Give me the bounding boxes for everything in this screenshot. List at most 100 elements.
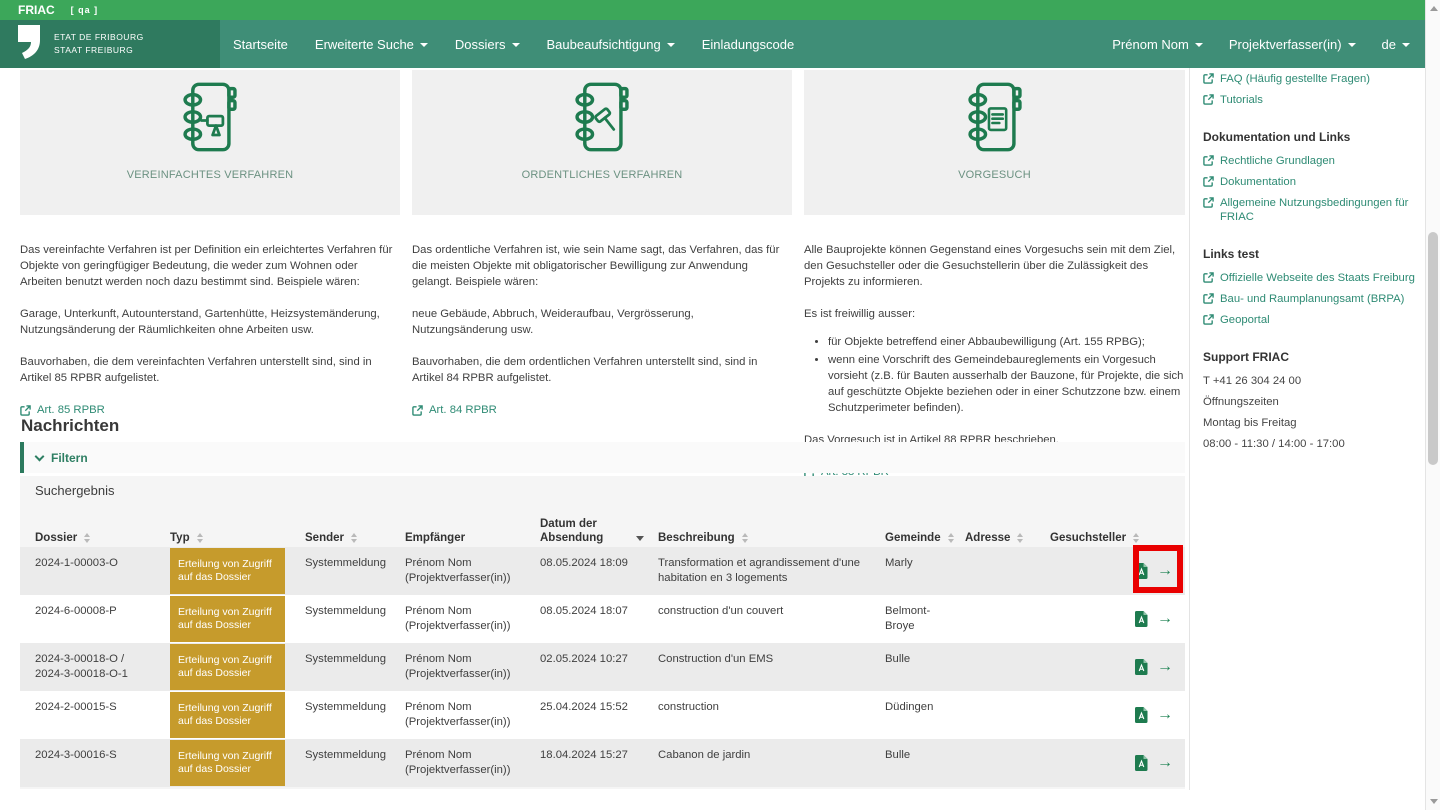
- chevron-down-icon: [1402, 43, 1410, 47]
- status-badge: Erteilung von Zugriff auf das Dossier: [170, 692, 285, 738]
- scroll-up-icon[interactable]: [1429, 6, 1438, 11]
- nav-item-erweiterte-suche[interactable]: Erweiterte Suche: [315, 37, 428, 52]
- language-menu[interactable]: de: [1382, 37, 1410, 52]
- cell-empfaenger: Prénom Nom (Projektverfasser(in)): [405, 605, 511, 632]
- open-dossier-arrow-icon[interactable]: →: [1157, 611, 1173, 627]
- pdf-download-icon[interactable]: [1135, 659, 1148, 675]
- scrollbar[interactable]: [1425, 0, 1440, 810]
- cell-actions: →: [1135, 595, 1185, 643]
- paragraph: Das vereinfachte Verfahren ist per Defin…: [20, 244, 393, 288]
- cell-empfaenger: Prénom Nom (Projektverfasser(in)): [405, 749, 511, 776]
- nav-item-baubeaufsichtigung[interactable]: Baubeaufsichtigung: [547, 37, 675, 52]
- scroll-down-icon[interactable]: [1429, 799, 1438, 804]
- sort-icon[interactable]: [1017, 533, 1024, 543]
- column-header-gesuchsteller[interactable]: Gesuchsteller: [1050, 531, 1140, 547]
- pdf-download-icon[interactable]: [1135, 755, 1148, 771]
- sort-icon[interactable]: [84, 533, 91, 543]
- cell-empfaenger: Prénom Nom (Projektverfasser(in)): [405, 701, 511, 728]
- external-link-icon: [1203, 272, 1214, 283]
- table-row[interactable]: 2024-2-00015-S Erteilung von Zugriff auf…: [20, 691, 1185, 739]
- card-label: VEREINFACHTES VERFAHREN: [126, 169, 294, 181]
- card-vereinfachtes-verfahren[interactable]: VEREINFACHTES VERFAHREN: [20, 70, 400, 215]
- open-dossier-arrow-icon[interactable]: →: [1157, 707, 1173, 723]
- external-link-icon: [1203, 155, 1214, 166]
- sort-descending-icon[interactable]: [636, 536, 644, 541]
- highlight-box: [1133, 545, 1183, 593]
- column-header-datum[interactable]: Datum der Absendung: [540, 517, 658, 547]
- link-art-84-rpbr[interactable]: Art. 84 RPBR: [412, 402, 497, 418]
- cell-beschreibung: Cabanon de jardin: [658, 749, 751, 761]
- cell-sender: Systemmeldung: [305, 605, 386, 617]
- external-link-icon: [1203, 314, 1214, 325]
- column-header-sender[interactable]: Sender: [305, 531, 405, 547]
- external-link-icon: [1203, 197, 1214, 208]
- sidebar-link-dokumentation[interactable]: Dokumentation: [1203, 175, 1415, 189]
- sidebar-link-tutorials[interactable]: Tutorials: [1203, 93, 1415, 107]
- column-header-adresse[interactable]: Adresse: [965, 531, 1050, 547]
- column-header-empfaenger[interactable]: Empfänger: [405, 531, 540, 547]
- cell-beschreibung: Construction d'un EMS: [658, 653, 774, 665]
- column-header-dossier[interactable]: Dossier: [35, 531, 170, 547]
- sidebar-link-geoportal[interactable]: Geoportal: [1203, 313, 1415, 327]
- pdf-download-icon[interactable]: [1135, 611, 1148, 627]
- support-days: Montag bis Freitag: [1203, 417, 1297, 429]
- sidebar-link-faq[interactable]: FAQ (Häufig gestellte Fragen): [1203, 72, 1415, 86]
- filter-label: Filtern: [51, 450, 88, 465]
- support-times: 08:00 - 11:30 / 14:00 - 17:00: [1203, 438, 1345, 450]
- column-header-gemeinde[interactable]: Gemeinde: [885, 531, 965, 547]
- cell-gesuchsteller: [1050, 691, 1135, 739]
- external-link-icon: [1203, 293, 1214, 304]
- external-link-icon: [1203, 73, 1214, 84]
- sort-icon[interactable]: [351, 533, 357, 543]
- nav-item-dossiers[interactable]: Dossiers: [455, 37, 520, 52]
- nav-item-startseite[interactable]: Startseite: [233, 37, 288, 52]
- filter-toggle[interactable]: Filtern: [20, 442, 1185, 473]
- sidebar-link-rechtliche-grundlagen[interactable]: Rechtliche Grundlagen: [1203, 154, 1415, 168]
- table-row[interactable]: 2024-3-00016-S Erteilung von Zugriff auf…: [20, 739, 1185, 787]
- paragraph: Es ist freiwillig ausser:: [804, 308, 916, 320]
- sort-icon[interactable]: [196, 533, 203, 543]
- cell-actions: →: [1135, 691, 1185, 739]
- card-vorgesuch[interactable]: VORGESUCH: [804, 70, 1185, 215]
- state-logo[interactable]: ETAT DE FRIBOURG STAAT FREIBURG: [0, 20, 220, 68]
- cell-actions: →: [1135, 643, 1185, 691]
- column-header-beschreibung[interactable]: Beschreibung: [658, 531, 885, 547]
- list-item: für Objekte betreffend einer Abbaubewill…: [828, 334, 1185, 350]
- paragraph: Garage, Unterkunft, Autounterstand, Gart…: [20, 308, 380, 336]
- nav-user-area: Prénom Nom Projektverfasser(in) de: [1112, 20, 1410, 68]
- chevron-down-icon: [1347, 43, 1356, 47]
- cell-beschreibung: Transformation et agrandissement d'une h…: [658, 557, 861, 584]
- cell-datum: 18.04.2024 15:27: [540, 749, 628, 761]
- table-row[interactable]: 2024-1-00003-O Erteilung von Zugriff auf…: [20, 547, 1185, 595]
- sidebar-heading-support: Support FRIAC: [1203, 350, 1289, 364]
- nav-item-einladungscode[interactable]: Einladungscode: [702, 37, 795, 52]
- cell-gemeinde: Düdingen: [885, 701, 934, 713]
- cell-actions: →: [1135, 739, 1185, 787]
- open-dossier-arrow-icon[interactable]: →: [1157, 755, 1173, 771]
- support-phone: T +41 26 304 24 00: [1203, 375, 1302, 387]
- sort-icon[interactable]: [741, 533, 748, 543]
- paragraph: Bauvorhaben, die dem ordentlichen Verfah…: [412, 356, 758, 384]
- open-dossier-arrow-icon[interactable]: →: [1157, 659, 1173, 675]
- sidebar-link-webseite-freiburg[interactable]: Offizielle Webseite des Staats Freiburg: [1203, 271, 1415, 285]
- sidebar-link-brpa[interactable]: Bau- und Raumplanungsamt (BRPA): [1203, 292, 1415, 306]
- cell-sender: Systemmeldung: [305, 749, 386, 761]
- app-brand: FRIAC: [18, 3, 55, 17]
- table-row[interactable]: 2024-6-00008-P Erteilung von Zugriff auf…: [20, 595, 1185, 643]
- external-link-icon: [412, 404, 423, 416]
- chevron-down-icon: [666, 43, 675, 47]
- role-menu[interactable]: Projektverfasser(in): [1229, 37, 1356, 52]
- scrollbar-thumb[interactable]: [1428, 232, 1438, 465]
- card-ordentliches-verfahren[interactable]: ORDENTLICHES VERFAHREN: [412, 70, 792, 215]
- card-label: ORDENTLICHES VERFAHREN: [521, 169, 683, 181]
- user-menu[interactable]: Prénom Nom: [1112, 37, 1203, 52]
- cell-adresse: [965, 739, 1050, 787]
- sidebar-link-nutzungsbedingungen[interactable]: Allgemeine Nutzungsbedingungen für FRIAC: [1203, 196, 1415, 224]
- pdf-download-icon[interactable]: [1135, 707, 1148, 723]
- paragraph: neue Gebäude, Abbruch, Weideraufbau, Ver…: [412, 308, 694, 336]
- logo-text: ETAT DE FRIBOURG STAAT FREIBURG: [54, 32, 144, 55]
- column-header-typ[interactable]: Typ: [170, 531, 305, 547]
- table-row[interactable]: 2024-3-00018-O / 2024-3-00018-O-1 Erteil…: [20, 643, 1185, 691]
- sort-icon[interactable]: [947, 533, 954, 543]
- sort-icon[interactable]: [1133, 533, 1140, 543]
